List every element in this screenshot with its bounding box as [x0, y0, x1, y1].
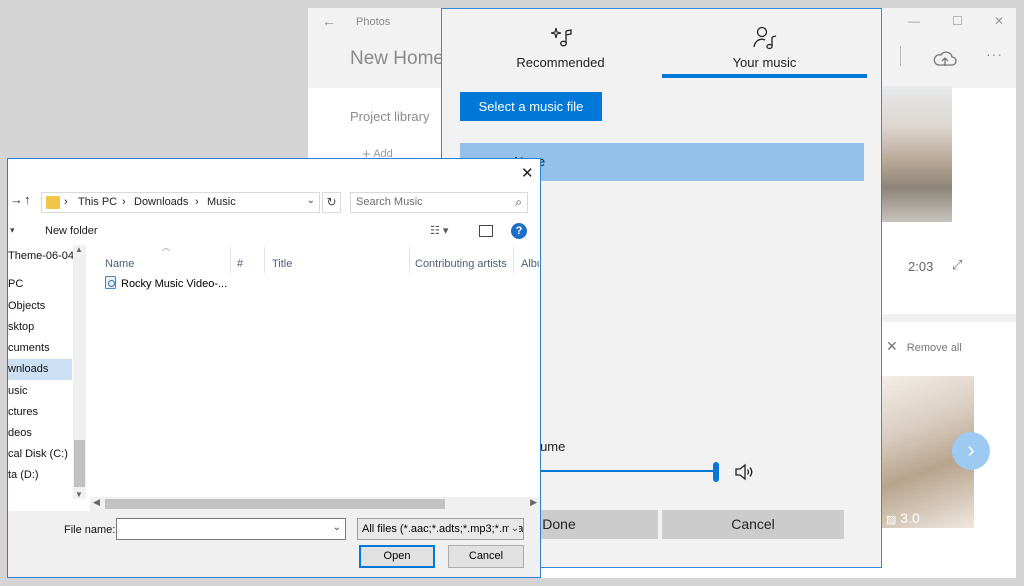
nav-item[interactable]: deos	[8, 423, 72, 444]
volume-slider-track[interactable]	[512, 470, 716, 472]
breadcrumb-separator: ›	[122, 196, 126, 208]
file-list-item[interactable]: Rocky Music Video-...	[105, 275, 227, 293]
column-divider	[409, 247, 410, 273]
remove-all-label: Remove all	[906, 342, 962, 354]
column-header-artists[interactable]: Contributing artists	[415, 253, 507, 275]
volume-slider-thumb[interactable]	[713, 462, 719, 482]
project-title: New Home	[350, 48, 444, 69]
column-divider	[230, 247, 231, 273]
horizontal-scrollbar[interactable]: ◀ ▶	[90, 497, 540, 511]
maximize-button[interactable]: ☐	[952, 14, 963, 28]
address-bar[interactable]: › This PC › Downloads › Music ⌄	[41, 192, 320, 213]
file-name-label: File name:	[64, 524, 116, 536]
breadcrumb-downloads[interactable]: Downloads	[134, 196, 188, 208]
nav-item[interactable]: cal Disk (C:)	[8, 444, 72, 465]
file-name: Rocky Music Video-...	[121, 278, 228, 290]
app-title: Photos	[356, 16, 391, 28]
breadcrumb-music[interactable]: Music	[207, 196, 236, 208]
tab-your-music-label: Your music	[732, 55, 797, 70]
nav-item[interactable]: cuments	[8, 338, 72, 359]
column-header-number[interactable]: #	[237, 253, 243, 275]
nav-item[interactable]: ctures	[8, 402, 72, 423]
image-icon: ▨	[886, 514, 897, 526]
dialog-close-button[interactable]: ✕	[521, 164, 534, 182]
forward-arrow-icon[interactable]: →	[10, 192, 23, 207]
breadcrumb-separator: ›	[195, 196, 199, 208]
select-music-file-button[interactable]: Select a music file	[460, 92, 602, 121]
remove-all-button[interactable]: ✕ Remove all	[886, 338, 962, 355]
nav-item[interactable]: usic	[8, 381, 72, 402]
view-options-icon[interactable]: ☷ ▾	[430, 224, 448, 237]
cancel-button[interactable]: Cancel	[662, 510, 844, 539]
file-type-select[interactable]: All files (*.aac;*.adts;*.mp3;*.m4a) ⌄	[357, 518, 524, 540]
file-name-combobox[interactable]: ⌄	[116, 518, 346, 540]
nav-scrollbar[interactable]: ▲ ▼	[73, 245, 86, 499]
breadcrumb-separator: ›	[64, 196, 68, 208]
nav-item[interactable]: Theme-06-04-	[8, 246, 78, 267]
nav-item[interactable]: sktop	[8, 317, 72, 338]
help-icon[interactable]: ?	[511, 223, 527, 239]
nav-item[interactable]: PC	[8, 274, 72, 295]
divider	[900, 46, 901, 66]
cloud-upload-icon[interactable]	[932, 48, 958, 70]
column-divider	[264, 247, 265, 273]
breadcrumb-this-pc[interactable]: This PC	[78, 196, 117, 208]
search-box[interactable]: ⌕	[350, 192, 528, 213]
nav-item[interactable]: Objects	[8, 296, 72, 317]
person-note-icon	[752, 26, 776, 50]
open-button[interactable]: Open	[359, 545, 435, 568]
chevron-down-icon: ⌄	[508, 519, 519, 539]
refresh-icon[interactable]: ↻	[322, 192, 341, 213]
scrollbar-thumb[interactable]	[74, 440, 85, 487]
nav-item[interactable]: work	[8, 494, 72, 499]
thumbnail-duration-value: 3.0	[900, 510, 920, 526]
media-file-icon	[105, 276, 116, 289]
close-window-button[interactable]: ✕	[994, 14, 1004, 28]
speaker-icon[interactable]	[734, 463, 754, 481]
nav-item-selected[interactable]: wnloads	[8, 359, 72, 380]
search-icon: ⌕	[515, 195, 522, 209]
scroll-left-icon[interactable]: ◀	[93, 497, 100, 508]
expand-icon[interactable]: ⤢	[952, 257, 962, 273]
dialog-cancel-button[interactable]: Cancel	[448, 545, 524, 568]
up-arrow-icon[interactable]: ↑	[24, 192, 31, 207]
folder-icon	[46, 196, 60, 209]
minimize-button[interactable]: —	[908, 14, 920, 28]
organize-dropdown-icon[interactable]: ▾	[10, 225, 15, 236]
column-header-name[interactable]: Name	[105, 253, 134, 275]
more-options-icon[interactable]: ···	[986, 46, 1003, 62]
new-folder-button[interactable]: New folder	[45, 225, 98, 237]
search-input[interactable]	[356, 196, 506, 208]
file-name-input[interactable]	[120, 522, 320, 534]
chevron-down-icon[interactable]: ⌄	[307, 195, 315, 206]
back-arrow-icon[interactable]: ←	[322, 13, 336, 29]
active-tab-indicator	[662, 74, 867, 78]
video-duration: 2:03	[908, 259, 934, 274]
tab-recommended[interactable]: Recommended	[458, 9, 663, 79]
chevron-down-icon[interactable]: ⌄	[333, 522, 341, 533]
column-divider	[513, 247, 514, 273]
close-icon: ✕	[886, 338, 898, 354]
project-library-heading: Project library	[350, 109, 430, 124]
scroll-right-icon[interactable]: ▶	[530, 497, 537, 508]
column-header-title[interactable]: Title	[272, 253, 292, 275]
tab-your-music[interactable]: Your music	[662, 9, 867, 79]
sort-ascending-icon: ︿	[162, 243, 170, 252]
column-header-album[interactable]: Album	[521, 253, 539, 275]
scroll-up-icon[interactable]: ▲	[75, 245, 83, 254]
file-type-value: All files (*.aac;*.adts;*.mp3;*.m4a)	[362, 523, 524, 535]
thumbnail-duration: ▨ 3.0	[886, 510, 920, 526]
video-preview-image	[882, 86, 952, 222]
scroll-down-icon[interactable]: ▼	[75, 490, 83, 499]
open-file-dialog: ✕ → ↑ › This PC › Downloads › Music ⌄ ↻ …	[7, 158, 541, 578]
nav-item[interactable]: ta (D:)	[8, 465, 72, 486]
sparkle-note-icon	[550, 27, 572, 47]
tab-recommended-label: Recommended	[516, 55, 605, 70]
preview-pane-icon[interactable]	[479, 225, 493, 237]
scrollbar-thumb[interactable]	[105, 499, 445, 509]
next-arrow-button[interactable]: ›	[952, 432, 990, 470]
